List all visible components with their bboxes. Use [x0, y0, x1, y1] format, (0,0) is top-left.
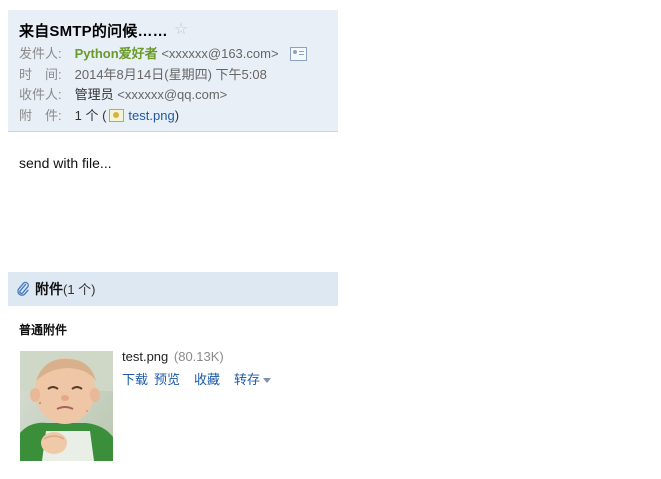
save-to-label: 转存: [234, 372, 261, 387]
download-link[interactable]: 下载: [122, 369, 148, 388]
preview-link[interactable]: 预览: [154, 369, 180, 388]
attachment-name-row: test.png (80.13K): [122, 349, 285, 364]
baby-photo-image: [20, 351, 113, 461]
attachments-bar: 附件(1 个): [8, 272, 338, 306]
attachment-info: test.png (80.13K) 下载 预览 收藏 转存: [122, 349, 285, 388]
image-file-icon: [109, 109, 125, 123]
attachment-thumbnail[interactable]: [20, 351, 113, 461]
to-label: 收件人:: [19, 87, 62, 102]
to-row: 收件人: 管理员 <xxxxxx@qq.com>: [19, 86, 227, 104]
mail-header: 来自SMTP的问候…… ☆ 发件人: Python爱好者 <xxxxxx@163…: [8, 10, 338, 132]
time-label: 时 间:: [19, 67, 62, 82]
attach-label: 附 件:: [19, 108, 62, 123]
from-row: 发件人: Python爱好者 <xxxxxx@163.com>: [19, 45, 308, 63]
attachment-file-name: test.png: [122, 349, 169, 364]
normal-attachments-label: 普通附件: [19, 323, 68, 337]
attachment-file-size: (80.13K): [173, 349, 224, 364]
attach-count-suffix: ): [174, 108, 180, 123]
star-icon[interactable]: ☆: [174, 22, 188, 38]
paperclip-icon: [17, 281, 29, 296]
mail-body: send with file...: [19, 155, 112, 171]
time-row: 时 间: 2014年8月14日(星期四) 下午5:08: [19, 66, 267, 84]
save-to-dropdown[interactable]: 转存: [234, 369, 272, 388]
sender-name[interactable]: Python爱好者: [75, 46, 158, 61]
subject-row: 来自SMTP的问候…… ☆: [19, 18, 188, 42]
attach-count-prefix: 1 个 (: [74, 108, 107, 123]
collect-link[interactable]: 收藏: [194, 369, 220, 388]
chevron-down-icon: [263, 378, 272, 384]
time-value: 2014年8月14日(星期四) 下午5:08: [74, 67, 267, 82]
attachments-title: 附件(1 个): [35, 279, 96, 299]
sender-address: <xxxxxx@163.com>: [161, 46, 279, 61]
attachments-count: (1 个): [63, 282, 96, 297]
attachments-title-text: 附件: [35, 281, 63, 297]
attach-row: 附 件: 1 个 ( test.png): [19, 107, 179, 125]
recipient-address: <xxxxxx@qq.com>: [117, 87, 228, 102]
mail-subject: 来自SMTP的问候……: [19, 22, 168, 40]
recipient-name[interactable]: 管理员: [75, 87, 114, 102]
contact-card-icon[interactable]: [290, 46, 308, 61]
attachment-actions: 下载 预览 收藏 转存: [122, 369, 285, 388]
attach-file-link[interactable]: test.png: [128, 108, 174, 123]
from-label: 发件人:: [19, 46, 62, 61]
